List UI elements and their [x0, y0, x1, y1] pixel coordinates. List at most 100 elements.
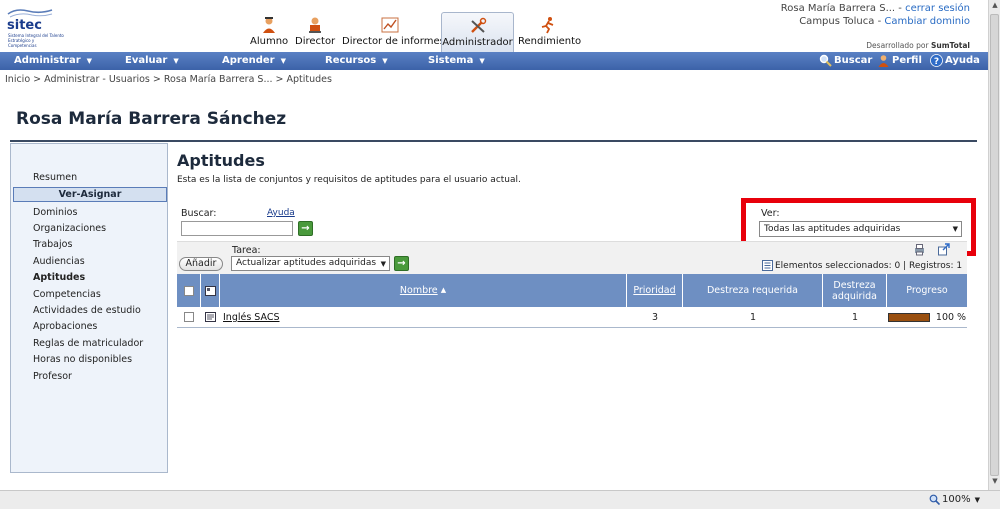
role-label: Director: [295, 36, 336, 47]
help-link[interactable]: Ayuda: [267, 208, 295, 218]
vertical-scrollbar[interactable]: ▲ ▼: [988, 0, 1000, 490]
task-select[interactable]: Actualizar aptitudes adquiridas ▼: [231, 256, 390, 271]
admin-tools-icon: [470, 17, 486, 33]
menu-sistema[interactable]: Sistema ▼: [428, 55, 485, 66]
task-go-button[interactable]: →: [394, 256, 409, 271]
scroll-up-icon[interactable]: ▲: [990, 1, 1000, 13]
sidebar-item-organizaciones[interactable]: Organizaciones: [33, 223, 106, 234]
zoom-control[interactable]: 100% ▼: [929, 494, 980, 505]
menu-ayuda[interactable]: ? Ayuda: [930, 54, 980, 67]
row-priority-cell: 3: [651, 311, 659, 323]
role-label: Administrador: [442, 37, 513, 48]
section-description: Esta es la lista de conjuntos y requisit…: [177, 175, 521, 185]
view-select[interactable]: Todas las aptitudes adquiridas ▼: [759, 221, 962, 237]
status-bar: 100% ▼: [0, 490, 1000, 509]
menu-administrar[interactable]: Administrar ▼: [14, 55, 92, 66]
add-button[interactable]: Añadir: [179, 257, 223, 271]
row-select-cell: [177, 307, 201, 327]
role-director[interactable]: Director: [295, 12, 335, 52]
role-label: Alumno: [250, 36, 289, 47]
menu-label: Sistema: [428, 55, 474, 66]
column-header-prioridad[interactable]: Prioridad: [627, 274, 683, 307]
top-header: sitec Sistema Integral del Talento Estra…: [0, 0, 988, 52]
user-separator: -: [895, 3, 906, 14]
view-select-value: Todas las aptitudes adquiridas: [764, 224, 901, 234]
developed-by-brand: SumTotal: [930, 41, 970, 50]
help-icon: ?: [930, 54, 943, 67]
sidebar-item-trabajos[interactable]: Trabajos: [33, 239, 72, 250]
change-domain-link[interactable]: Cambiar dominio: [884, 16, 970, 27]
menu-label: Buscar: [834, 55, 873, 66]
chevron-down-icon: ▼: [173, 57, 179, 65]
row-progress-cell: 100 %: [887, 307, 967, 327]
page-title: Rosa María Barrera Sánchez: [16, 109, 287, 129]
column-header-nombre[interactable]: Nombre ▲: [220, 274, 627, 307]
user-name: Rosa María Barrera S...: [780, 3, 896, 14]
type-column-header: [201, 274, 220, 307]
sidebar-item-horas[interactable]: Horas no disponibles: [33, 354, 132, 365]
search-input[interactable]: [181, 221, 293, 236]
search-icon: [819, 54, 832, 67]
svg-text:?: ?: [934, 57, 939, 67]
sidebar-item-ver-asignar[interactable]: Ver-Asignar: [13, 187, 167, 202]
sidebar-item-aptitudes[interactable]: Aptitudes: [33, 272, 85, 283]
logout-link[interactable]: cerrar sesión: [905, 3, 970, 14]
menu-label: Aprender: [222, 55, 275, 66]
chevron-down-icon: ▼: [952, 225, 958, 233]
developed-by: Desarrollado por SumTotal: [866, 41, 970, 50]
runner-icon: [541, 17, 554, 34]
sidebar-item-competencias[interactable]: Competencias: [33, 289, 101, 300]
menu-recursos[interactable]: Recursos ▼: [325, 55, 388, 66]
role-alumno[interactable]: Alumno: [250, 12, 288, 52]
role-director-informes[interactable]: Director de informes: [342, 12, 445, 52]
scrollbar-thumb[interactable]: [990, 14, 999, 476]
role-label: Rendimiento: [518, 36, 582, 47]
item-type-icon: [204, 285, 216, 296]
sidebar-item-dominios[interactable]: Dominios: [33, 207, 77, 218]
print-icon[interactable]: [913, 243, 926, 256]
sort-asc-icon: ▲: [440, 286, 447, 294]
row-checkbox[interactable]: [184, 312, 194, 322]
sidebar-item-aprobaciones[interactable]: Aprobaciones: [33, 321, 97, 332]
chevron-down-icon: ▼: [280, 57, 286, 65]
director-icon: [309, 17, 321, 33]
view-label: Ver:: [761, 208, 780, 219]
main-menu-bar: Administrar ▼ Evaluar ▼ Aprender ▼ Recursos…: [0, 52, 988, 70]
column-header-destreza-requerida: Destreza requerida: [683, 274, 823, 307]
progress-text: 100 %: [935, 311, 967, 323]
sidebar-item-audiencias[interactable]: Audiencias: [33, 256, 85, 267]
menu-perfil[interactable]: Perfil: [877, 54, 922, 67]
search-go-button[interactable]: →: [298, 221, 313, 236]
svg-text:sitec: sitec: [7, 18, 42, 32]
breadcrumb[interactable]: Inicio > Administrar - Usuarios > Rosa M…: [5, 74, 332, 85]
sidebar-item-profesor[interactable]: Profesor: [33, 371, 72, 382]
chevron-down-icon: ▼: [380, 260, 386, 268]
task-select-value: Actualizar aptitudes adquiridas: [236, 258, 377, 268]
column-header-label: Nombre: [399, 285, 438, 296]
row-type-cell: [201, 307, 220, 327]
menu-evaluar[interactable]: Evaluar ▼: [125, 55, 179, 66]
row-name-cell: Inglés SACS: [223, 307, 623, 327]
sitec-logo[interactable]: sitec Sistema Integral del Talento Estra…: [6, 8, 64, 48]
student-icon: [263, 17, 275, 33]
menu-aprender[interactable]: Aprender ▼: [222, 55, 286, 66]
sidebar-item-reglas[interactable]: Reglas de matriculador: [33, 338, 143, 349]
campus-separator: -: [874, 16, 885, 27]
campus-name: Campus Toluca: [799, 16, 875, 27]
chevron-down-icon: ▼: [974, 495, 980, 504]
export-icon[interactable]: [937, 243, 950, 256]
role-label: Director de informes: [342, 36, 445, 47]
menu-buscar[interactable]: Buscar: [819, 54, 872, 67]
column-header-label: Destreza adquirida: [832, 279, 877, 302]
sidebar-item-actividades[interactable]: Actividades de estudio: [33, 305, 141, 316]
aptitude-name-link[interactable]: Inglés SACS: [223, 312, 280, 323]
sidebar-item-resumen[interactable]: Resumen: [33, 172, 77, 183]
role-rendimiento[interactable]: Rendimiento: [518, 12, 582, 52]
menu-label: Recursos: [325, 55, 377, 66]
table-header: Nombre ▲ Prioridad Destreza requerida De…: [177, 274, 967, 307]
role-administrador[interactable]: Administrador: [441, 12, 514, 52]
scroll-down-icon[interactable]: ▼: [990, 477, 1000, 489]
select-all-checkbox[interactable]: [183, 285, 194, 296]
developed-by-prefix: Desarrollado por: [866, 41, 929, 50]
logo-tagline: Sistema Integral del Talento Estratégico…: [8, 33, 64, 48]
